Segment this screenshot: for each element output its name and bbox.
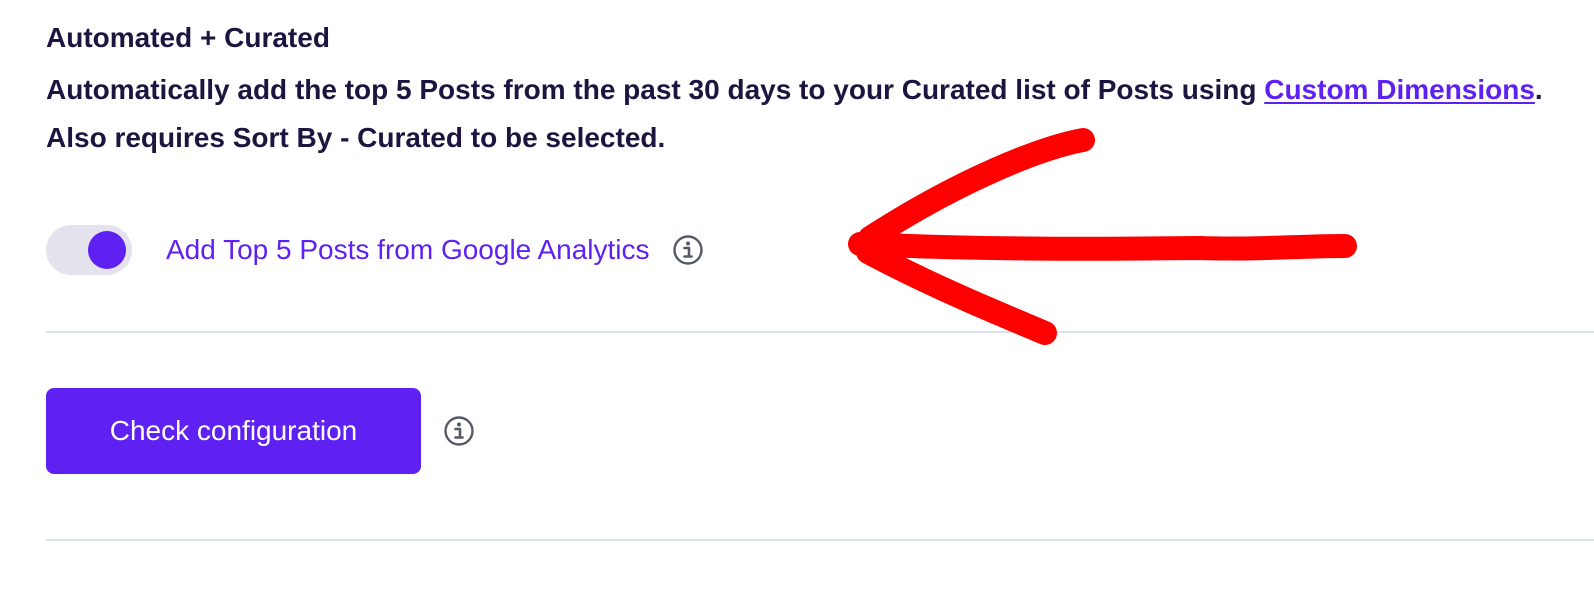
ga-top-posts-toggle[interactable]: [46, 225, 132, 275]
section-title: Automated + Curated: [46, 22, 330, 53]
check-configuration-row: Check configuration: [46, 388, 475, 474]
info-icon[interactable]: [672, 234, 704, 266]
ga-top-posts-setting: Add Top 5 Posts from Google Analytics: [46, 224, 704, 276]
description-text: Automatically add the top 5 Posts from t…: [46, 74, 1265, 105]
settings-panel: Automated + Curated Automatically add th…: [0, 0, 1594, 592]
divider: [46, 331, 1594, 333]
section-description: Automatically add the top 5 Posts from t…: [46, 66, 1546, 162]
info-icon[interactable]: [443, 415, 475, 447]
custom-dimensions-link[interactable]: Custom Dimensions: [1264, 74, 1535, 105]
ga-top-posts-label[interactable]: Add Top 5 Posts from Google Analytics: [166, 234, 650, 266]
divider: [46, 539, 1594, 541]
toggle-knob: [88, 231, 126, 269]
check-configuration-button[interactable]: Check configuration: [46, 388, 421, 474]
